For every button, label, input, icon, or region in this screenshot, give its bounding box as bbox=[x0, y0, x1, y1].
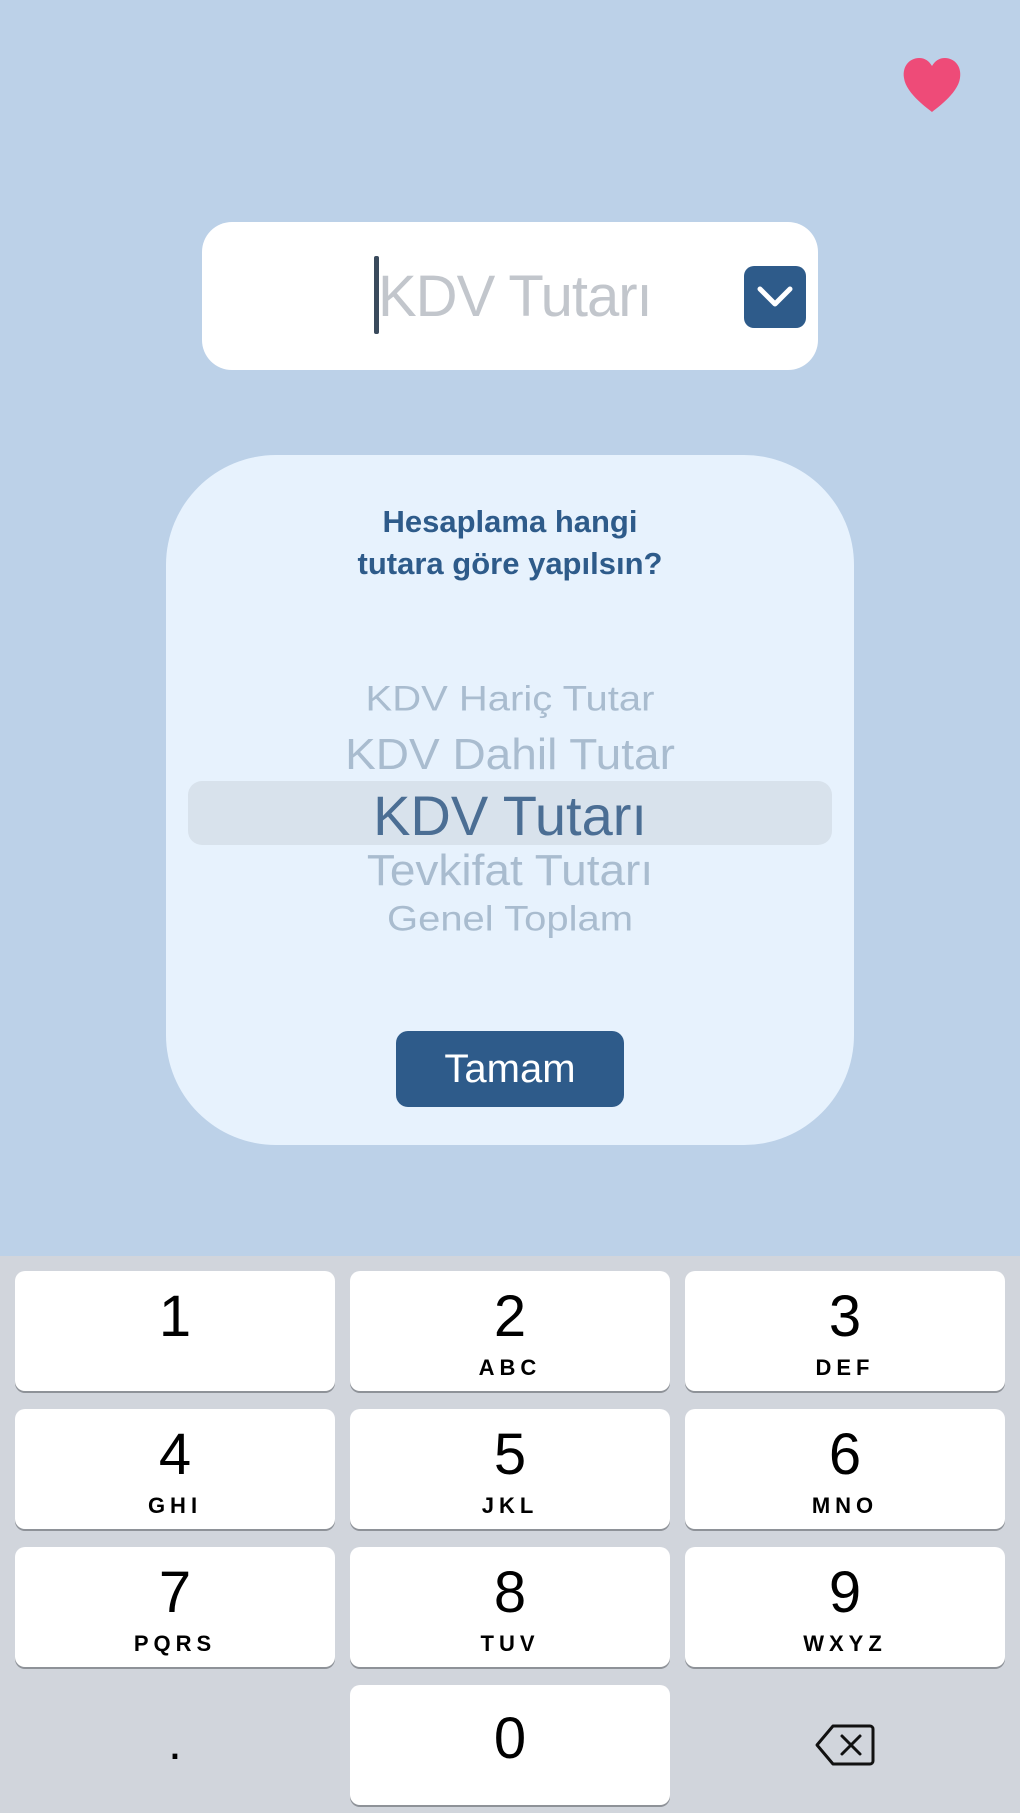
key-digit: 0 bbox=[493, 1706, 527, 1771]
key-letters: MNO bbox=[811, 1493, 879, 1518]
key-letters: GHI bbox=[147, 1493, 203, 1518]
decimal-key[interactable]: . bbox=[15, 1685, 335, 1805]
key-letters: WXYZ bbox=[803, 1631, 887, 1656]
key-letters: ABC bbox=[478, 1355, 542, 1380]
picker-option[interactable]: KDV Hariç Tutar bbox=[166, 680, 854, 720]
key-letters: DEF bbox=[815, 1355, 875, 1380]
amount-type-dialog: Hesaplama hangi tutara göre yapılsın? KD… bbox=[166, 455, 854, 1145]
key-0[interactable]: 0 bbox=[350, 1685, 670, 1805]
key-digit: 1 bbox=[158, 1284, 192, 1349]
key-digit: 3 bbox=[828, 1284, 862, 1349]
question-line-2: tutara göre yapılsın? bbox=[357, 546, 663, 581]
ok-button[interactable]: Tamam bbox=[396, 1031, 624, 1107]
backspace-icon bbox=[815, 1724, 875, 1766]
key-8[interactable]: 8 TUV bbox=[350, 1547, 670, 1667]
decimal-label: . bbox=[168, 1714, 182, 1770]
picker-option[interactable]: Genel Toplam bbox=[166, 900, 854, 940]
question-line-1: Hesaplama hangi bbox=[382, 504, 638, 539]
key-7[interactable]: 7 PQRS bbox=[15, 1547, 335, 1667]
key-letters: PQRS bbox=[133, 1631, 217, 1656]
dialog-question: Hesaplama hangi tutara göre yapılsın? bbox=[166, 501, 854, 585]
delete-key[interactable] bbox=[685, 1685, 1005, 1805]
picker-option[interactable]: Tevkifat Tutarı bbox=[166, 845, 854, 896]
key-digit: 8 bbox=[493, 1560, 527, 1625]
key-letters: TUV bbox=[480, 1631, 540, 1656]
chevron-down-icon bbox=[757, 286, 793, 307]
numeric-keypad: 1 2 ABC 3 DEF 4 GHI 5 JKL 6 MNO 7 PQRS 8… bbox=[0, 1256, 1020, 1813]
key-5[interactable]: 5 JKL bbox=[350, 1409, 670, 1529]
dropdown-button[interactable] bbox=[744, 266, 806, 328]
heart-icon[interactable] bbox=[902, 58, 962, 114]
picker-option[interactable]: KDV Dahil Tutar bbox=[166, 729, 854, 780]
key-letters: JKL bbox=[481, 1493, 539, 1518]
key-9[interactable]: 9 WXYZ bbox=[685, 1547, 1005, 1667]
key-digit: 6 bbox=[828, 1422, 862, 1487]
key-digit: 5 bbox=[493, 1422, 527, 1487]
key-digit: 4 bbox=[158, 1422, 192, 1487]
key-digit: 2 bbox=[493, 1284, 527, 1349]
key-2[interactable]: 2 ABC bbox=[350, 1271, 670, 1391]
key-6[interactable]: 6 MNO bbox=[685, 1409, 1005, 1529]
amount-type-picker[interactable]: KDV Hariç Tutar KDV Dahil Tutar KDV Tuta… bbox=[166, 665, 854, 938]
key-4[interactable]: 4 GHI bbox=[15, 1409, 335, 1529]
amount-input[interactable] bbox=[378, 242, 738, 350]
picker-option-selected[interactable]: KDV Tutarı bbox=[166, 783, 854, 848]
key-3[interactable]: 3 DEF bbox=[685, 1271, 1005, 1391]
key-digit: 7 bbox=[158, 1560, 192, 1625]
key-1[interactable]: 1 bbox=[15, 1271, 335, 1391]
key-digit: 9 bbox=[828, 1560, 862, 1625]
amount-input-card bbox=[202, 222, 818, 370]
